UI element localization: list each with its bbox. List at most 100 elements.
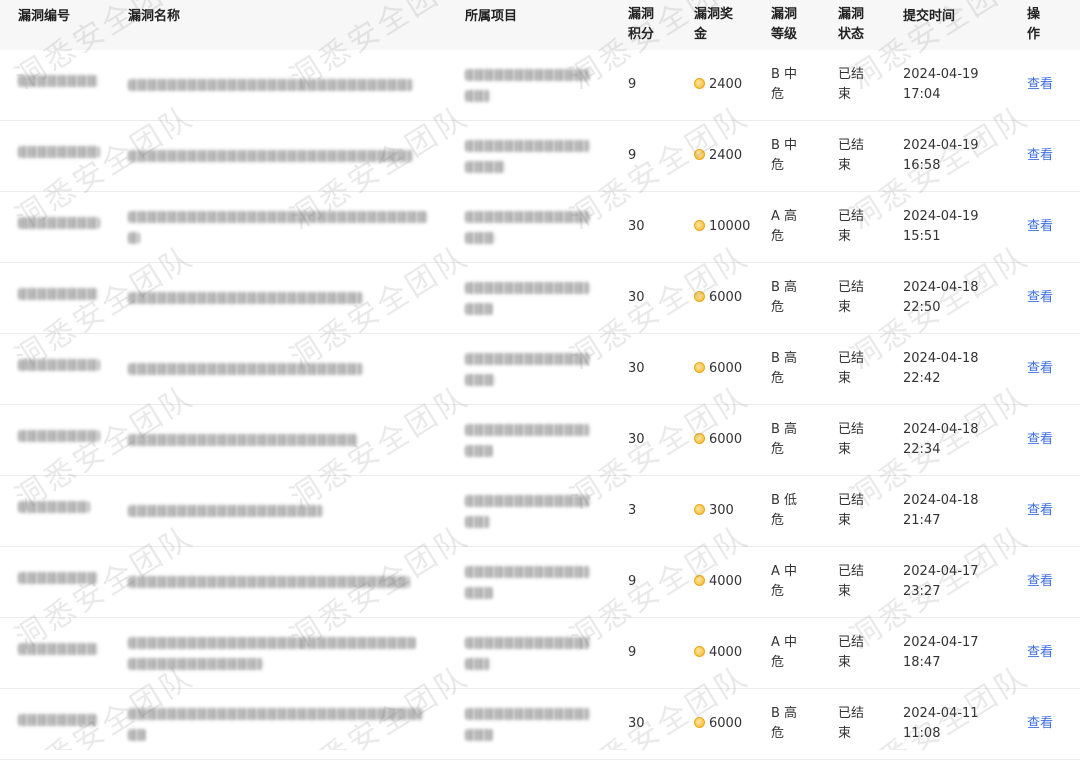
table-row: 9 2400 B 中 危 已结 束 2024-04-19 17:04 查看: [0, 50, 1080, 121]
view-link[interactable]: 查看: [1027, 501, 1067, 521]
table-row: 30 6000 B 高 危 已结 束 2024-04-18 22:50 查看: [0, 263, 1080, 334]
vuln-status: 已结 束: [838, 420, 882, 460]
table-row: 9 4000 A 中 危 已结 束 2024-04-17 23:27 查看: [0, 547, 1080, 618]
status-line2: 束: [838, 158, 852, 173]
vuln-bounty: 6000: [694, 714, 764, 734]
view-link[interactable]: 查看: [1027, 430, 1067, 450]
redacted-text: [465, 211, 590, 223]
coin-icon: [694, 362, 705, 373]
status-line1: 已结: [838, 280, 865, 295]
bounty-amount: 4000: [709, 645, 743, 660]
vuln-score: 30: [628, 432, 645, 447]
submit-time: 2024-04-18 22:34: [903, 420, 1013, 460]
vuln-name-redacted: [128, 505, 448, 517]
header-status: 漏洞 状态: [838, 5, 882, 45]
status-line1: 已结: [838, 67, 865, 82]
vuln-name-redacted: [128, 434, 448, 446]
header-bounty-line1: 漏洞奖: [694, 7, 734, 22]
submit-time: 2024-04-18 22:42: [903, 349, 1013, 389]
redacted-text: [465, 424, 590, 436]
view-link[interactable]: 查看: [1027, 288, 1067, 308]
vuln-name-redacted: [128, 363, 448, 375]
redacted-text: [18, 643, 98, 655]
header-score: 漏洞 积分: [628, 5, 678, 45]
view-link[interactable]: 查看: [1027, 146, 1067, 166]
redacted-text: [128, 505, 323, 517]
project-redacted: [465, 140, 605, 173]
vuln-score: 9: [628, 574, 637, 589]
vuln-name-redacted: [128, 708, 448, 741]
redacted-text: [128, 637, 416, 649]
status-line2: 束: [838, 584, 852, 599]
vuln-id-redacted: [18, 217, 113, 229]
submit-date: 2024-04-19: [903, 209, 979, 224]
redacted-text: [465, 303, 493, 315]
level-line1: A 中: [771, 635, 798, 650]
vuln-level: B 高 危: [771, 349, 815, 389]
level-line2: 危: [771, 158, 785, 173]
redacted-text: [128, 434, 358, 446]
status-line2: 束: [838, 655, 852, 670]
bounty-amount: 2400: [709, 148, 743, 163]
submit-date: 2024-04-11: [903, 706, 979, 721]
submit-date: 2024-04-18: [903, 351, 979, 366]
view-link[interactable]: 查看: [1027, 75, 1067, 95]
vuln-bounty: 6000: [694, 430, 764, 450]
vuln-status: 已结 束: [838, 704, 882, 744]
redacted-text: [18, 714, 98, 726]
redacted-text: [465, 566, 590, 578]
project-redacted: [465, 495, 605, 528]
header-status-line1: 漏洞: [838, 7, 865, 22]
vulnerability-table: 漏洞编号 漏洞名称 所属项目 漏洞 积分 漏洞奖 金 漏洞 等级 漏洞 状态 提…: [0, 0, 1080, 760]
submit-date: 2024-04-17: [903, 635, 979, 650]
view-link[interactable]: 查看: [1027, 572, 1067, 592]
submit-clock: 22:50: [903, 300, 941, 315]
vuln-id-redacted: [18, 501, 113, 513]
vuln-status: 已结 束: [838, 633, 882, 673]
view-link[interactable]: 查看: [1027, 714, 1067, 734]
coin-icon: [694, 433, 705, 444]
status-line1: 已结: [838, 351, 865, 366]
vuln-id-redacted: [18, 359, 113, 371]
status-line2: 束: [838, 229, 852, 244]
level-line1: B 高: [771, 351, 798, 366]
vuln-id-redacted: [18, 643, 113, 655]
redacted-text: [128, 79, 413, 91]
status-line1: 已结: [838, 493, 865, 508]
view-link[interactable]: 查看: [1027, 643, 1067, 663]
submit-time: 2024-04-17 18:47: [903, 633, 1013, 673]
level-line1: B 高: [771, 422, 798, 437]
header-op-line2: 作: [1027, 27, 1041, 42]
submit-date: 2024-04-18: [903, 493, 979, 508]
header-level-line2: 等级: [771, 27, 798, 42]
level-line2: 危: [771, 655, 785, 670]
submit-date: 2024-04-18: [903, 422, 979, 437]
redacted-text: [18, 217, 100, 229]
submit-clock: 22:34: [903, 442, 941, 457]
bounty-amount: 4000: [709, 574, 743, 589]
redacted-text: [465, 637, 590, 649]
redacted-text: [18, 430, 100, 442]
redacted-text: [465, 658, 490, 670]
vuln-status: 已结 束: [838, 207, 882, 247]
redacted-text: [465, 353, 590, 365]
submit-clock: 18:47: [903, 655, 941, 670]
view-link[interactable]: 查看: [1027, 217, 1067, 237]
bounty-amount: 6000: [709, 432, 743, 447]
redacted-text: [128, 150, 413, 162]
vuln-id-redacted: [18, 288, 113, 300]
vuln-name-redacted: [128, 292, 448, 304]
vuln-level: A 中 危: [771, 633, 815, 673]
vuln-bounty: 300: [694, 501, 764, 521]
vuln-level: B 高 危: [771, 278, 815, 318]
redacted-text: [128, 211, 428, 223]
vuln-bounty: 6000: [694, 288, 764, 308]
redacted-text: [465, 516, 490, 528]
submit-time: 2024-04-11 11:08: [903, 704, 1013, 744]
submit-time: 2024-04-18 21:47: [903, 491, 1013, 531]
redacted-text: [128, 658, 263, 670]
table-row: 30 6000 B 高 危 已结 束 2024-04-11 11:08 查看: [0, 689, 1080, 760]
status-line2: 束: [838, 442, 852, 457]
redacted-text: [465, 69, 590, 81]
view-link[interactable]: 查看: [1027, 359, 1067, 379]
